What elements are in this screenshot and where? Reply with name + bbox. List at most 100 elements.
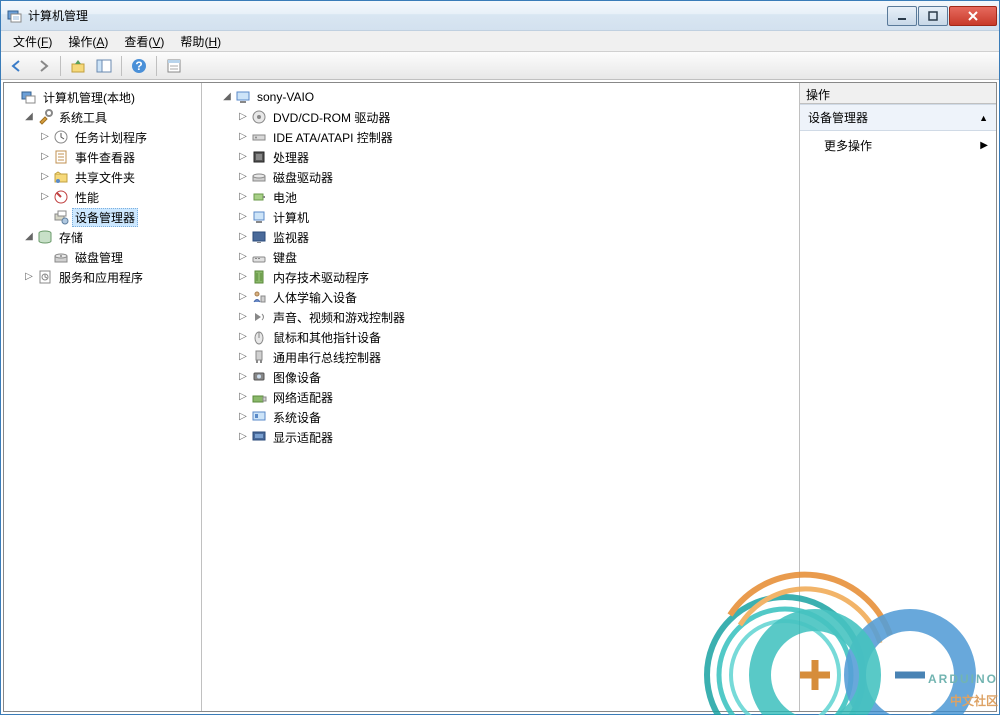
expand-icon[interactable]: ▷ [236, 292, 250, 302]
device-category[interactable]: ▷ 通用串行总线控制器 [204, 347, 799, 367]
maximize-button[interactable] [918, 6, 948, 26]
device-category[interactable]: ▷ 电池 [204, 187, 799, 207]
tree-label: 任务计划程序 [72, 128, 150, 147]
tree-label: 磁盘管理 [72, 248, 126, 267]
menu-help[interactable]: 帮助(H) [172, 31, 229, 52]
tree-label: 性能 [72, 188, 102, 207]
device-category-icon [251, 189, 267, 205]
actions-more[interactable]: 更多操作 ▶ [800, 131, 996, 160]
expand-icon[interactable]: ▷ [236, 392, 250, 402]
tree-system-tools[interactable]: ◢ 系统工具 [6, 107, 201, 127]
device-category[interactable]: ▷网络适配器 [204, 387, 799, 407]
expand-icon[interactable]: ▷ [236, 252, 250, 262]
window-title: 计算机管理 [28, 7, 887, 24]
tree-label: 图像设备 [270, 368, 324, 387]
device-category[interactable]: ▷ 图像设备 [204, 367, 799, 387]
device-category[interactable]: ▷ 磁盘驱动器 [204, 167, 799, 187]
forward-button[interactable] [31, 54, 55, 78]
tree-device-manager[interactable]: ▷ 设备管理器 [6, 207, 201, 227]
device-category-icon [251, 429, 267, 445]
menu-view[interactable]: 查看(V) [116, 31, 172, 52]
expand-icon[interactable]: ▷ [236, 352, 250, 362]
svg-text:?: ? [135, 59, 142, 73]
tree-performance[interactable]: ▷ 性能 [6, 187, 201, 207]
app-icon [7, 8, 23, 24]
minimize-button[interactable] [887, 6, 917, 26]
storage-icon [37, 229, 53, 245]
menu-file[interactable]: 文件(F) [5, 31, 60, 52]
expand-icon[interactable]: ▷ [38, 172, 52, 182]
expand-icon[interactable]: ▷ [236, 112, 250, 122]
tree-event-viewer[interactable]: ▷ 事件查看器 [6, 147, 201, 167]
tree-disk-management[interactable]: ▷ 磁盘管理 [6, 247, 201, 267]
tree-task-scheduler[interactable]: ▷ 任务计划程序 [6, 127, 201, 147]
expand-icon[interactable]: ▷ [236, 212, 250, 222]
collapse-icon[interactable]: ◢ [22, 112, 36, 122]
device-category[interactable]: ▷计算机 [204, 207, 799, 227]
collapse-icon[interactable]: ◢ [22, 232, 36, 242]
tree-label: 内存技术驱动程序 [270, 268, 372, 287]
expand-icon[interactable]: ▷ [236, 412, 250, 422]
expand-icon[interactable]: ▷ [38, 132, 52, 142]
tree-label: 设备管理器 [72, 208, 138, 227]
center-pane: ◢ sony-VAIO ▷ DVD/CD-ROM 驱动器 ▷ IDE ATA/ATAP… [202, 83, 800, 711]
device-category[interactable]: ▷ 监视器 [204, 227, 799, 247]
tree-services-apps[interactable]: ▷ 服务和应用程序 [6, 267, 201, 287]
device-category[interactable]: ▷系统设备 [204, 407, 799, 427]
device-category[interactable]: ▷处理器 [204, 147, 799, 167]
actions-pane: 操作 设备管理器 ▲ 更多操作 ▶ [800, 83, 996, 711]
device-category[interactable]: ▷键盘 [204, 247, 799, 267]
help-button[interactable]: ? [127, 54, 151, 78]
tree-label: 磁盘驱动器 [270, 168, 336, 187]
tree-label: DVD/CD-ROM 驱动器 [270, 108, 393, 127]
tree-label: 共享文件夹 [72, 168, 138, 187]
expand-icon[interactable]: ▷ [236, 432, 250, 442]
expand-icon[interactable]: ▷ [236, 312, 250, 322]
tree-label: 服务和应用程序 [56, 268, 146, 287]
device-category[interactable]: ▷ 显示适配器 [204, 427, 799, 447]
device-category-icon [251, 309, 267, 325]
properties-button[interactable] [162, 54, 186, 78]
collapse-icon[interactable]: ◢ [220, 92, 234, 102]
tree-root-computer-management[interactable]: ▷ 计算机管理(本地) [6, 87, 201, 107]
expand-icon[interactable]: ▷ [236, 232, 250, 242]
actions-section-title[interactable]: 设备管理器 ▲ [800, 104, 996, 131]
tree-label: sony-VAIO [254, 89, 317, 105]
device-category[interactable]: ▷ 内存技术驱动程序 [204, 267, 799, 287]
expand-icon[interactable]: ▷ [236, 172, 250, 182]
back-button[interactable] [5, 54, 29, 78]
expand-icon[interactable]: ▷ [22, 272, 36, 282]
expand-icon[interactable]: ▷ [236, 132, 250, 142]
device-category[interactable]: ▷声音、视频和游戏控制器 [204, 307, 799, 327]
tree-label: 通用串行总线控制器 [270, 348, 384, 367]
device-category[interactable]: ▷ DVD/CD-ROM 驱动器 [204, 107, 799, 127]
device-root[interactable]: ◢ sony-VAIO [204, 87, 799, 107]
device-category[interactable]: ▷鼠标和其他指针设备 [204, 327, 799, 347]
expand-icon[interactable]: ▷ [38, 192, 52, 202]
menu-action[interactable]: 操作(A) [60, 31, 116, 52]
expand-icon[interactable]: ▷ [236, 332, 250, 342]
device-category[interactable]: ▷ IDE ATA/ATAPI 控制器 [204, 127, 799, 147]
show-hide-tree-button[interactable] [92, 54, 116, 78]
device-category-icon [251, 109, 267, 125]
device-category[interactable]: ▷人体学输入设备 [204, 287, 799, 307]
tree-label: 电池 [270, 188, 300, 207]
expand-icon[interactable]: ▷ [236, 272, 250, 282]
tree-label: 监视器 [270, 228, 312, 247]
toolbar: ? [1, 52, 999, 80]
tree-label: IDE ATA/ATAPI 控制器 [270, 128, 396, 147]
toolbar-separator [60, 56, 61, 76]
expand-icon[interactable]: ▷ [236, 152, 250, 162]
tree-label: 事件查看器 [72, 148, 138, 167]
expand-icon[interactable]: ▷ [38, 152, 52, 162]
device-category-icon [251, 289, 267, 305]
tree-storage[interactable]: ◢ 存储 [6, 227, 201, 247]
tree-label: 显示适配器 [270, 428, 336, 447]
expand-icon[interactable]: ▷ [236, 372, 250, 382]
close-button[interactable] [949, 6, 997, 26]
expand-icon[interactable]: ▷ [236, 192, 250, 202]
device-category-icon [251, 389, 267, 405]
tree-shared-folders[interactable]: ▷ 共享文件夹 [6, 167, 201, 187]
tree-label: 系统工具 [56, 108, 110, 127]
up-level-button[interactable] [66, 54, 90, 78]
